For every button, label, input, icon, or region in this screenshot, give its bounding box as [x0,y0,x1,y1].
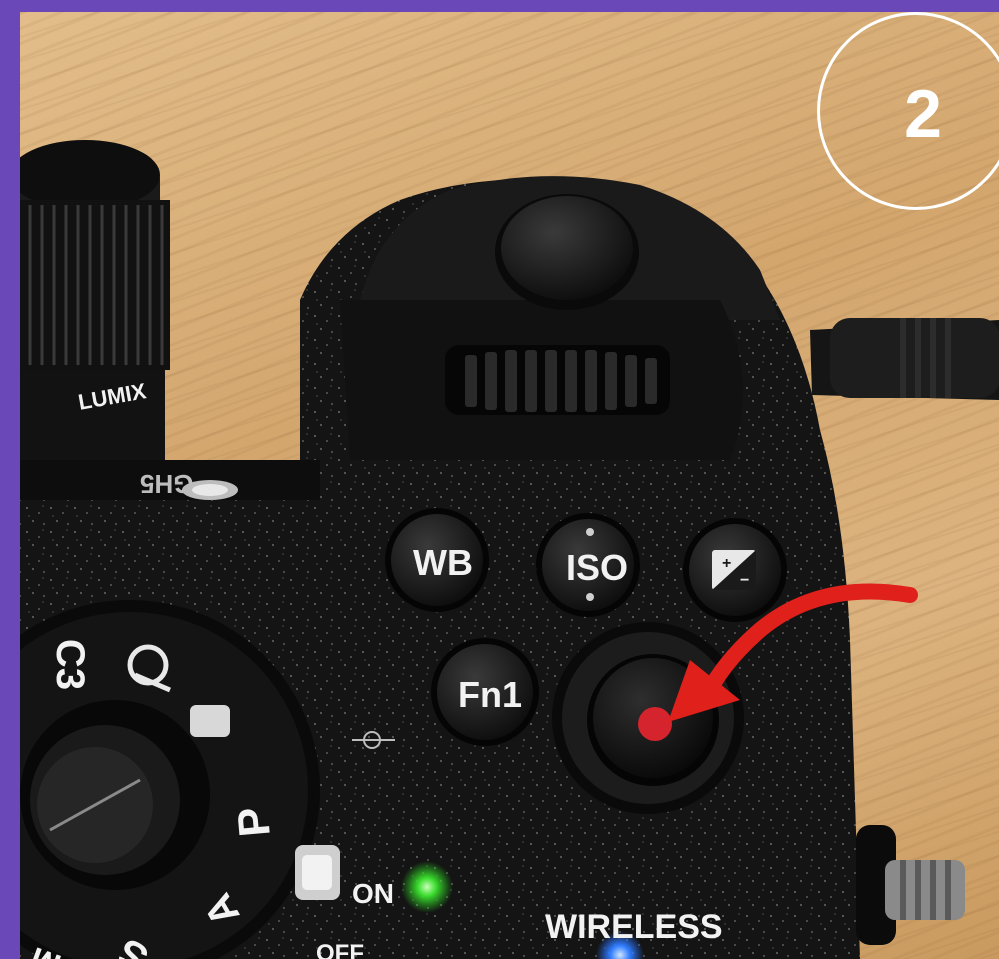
lens [20,140,170,480]
wireless-label: WIRELESS [545,908,723,946]
power-off-label: OFF [316,940,364,959]
mode-dial-c3: C3 [48,638,93,691]
strap-lug [856,825,965,945]
exposure-compensation-button: + − [683,518,787,622]
mode-dial-p: P [228,805,280,839]
power-switch [295,845,340,900]
svg-text:−: − [740,572,749,589]
power-on-label: ON [352,878,394,909]
iso-button-label: ISO [566,547,629,588]
svg-text:+: + [722,555,731,572]
record-dot [638,707,672,741]
record-button [552,622,744,814]
power-led [401,861,453,913]
step-number: 2 [904,76,942,152]
cable [810,318,999,400]
model-label: GH5 [140,469,194,499]
wb-button-label: WB [413,542,473,583]
fn1-button-label: Fn1 [458,674,523,715]
custom-mode-icon [190,705,230,737]
shutter-button [495,194,639,310]
